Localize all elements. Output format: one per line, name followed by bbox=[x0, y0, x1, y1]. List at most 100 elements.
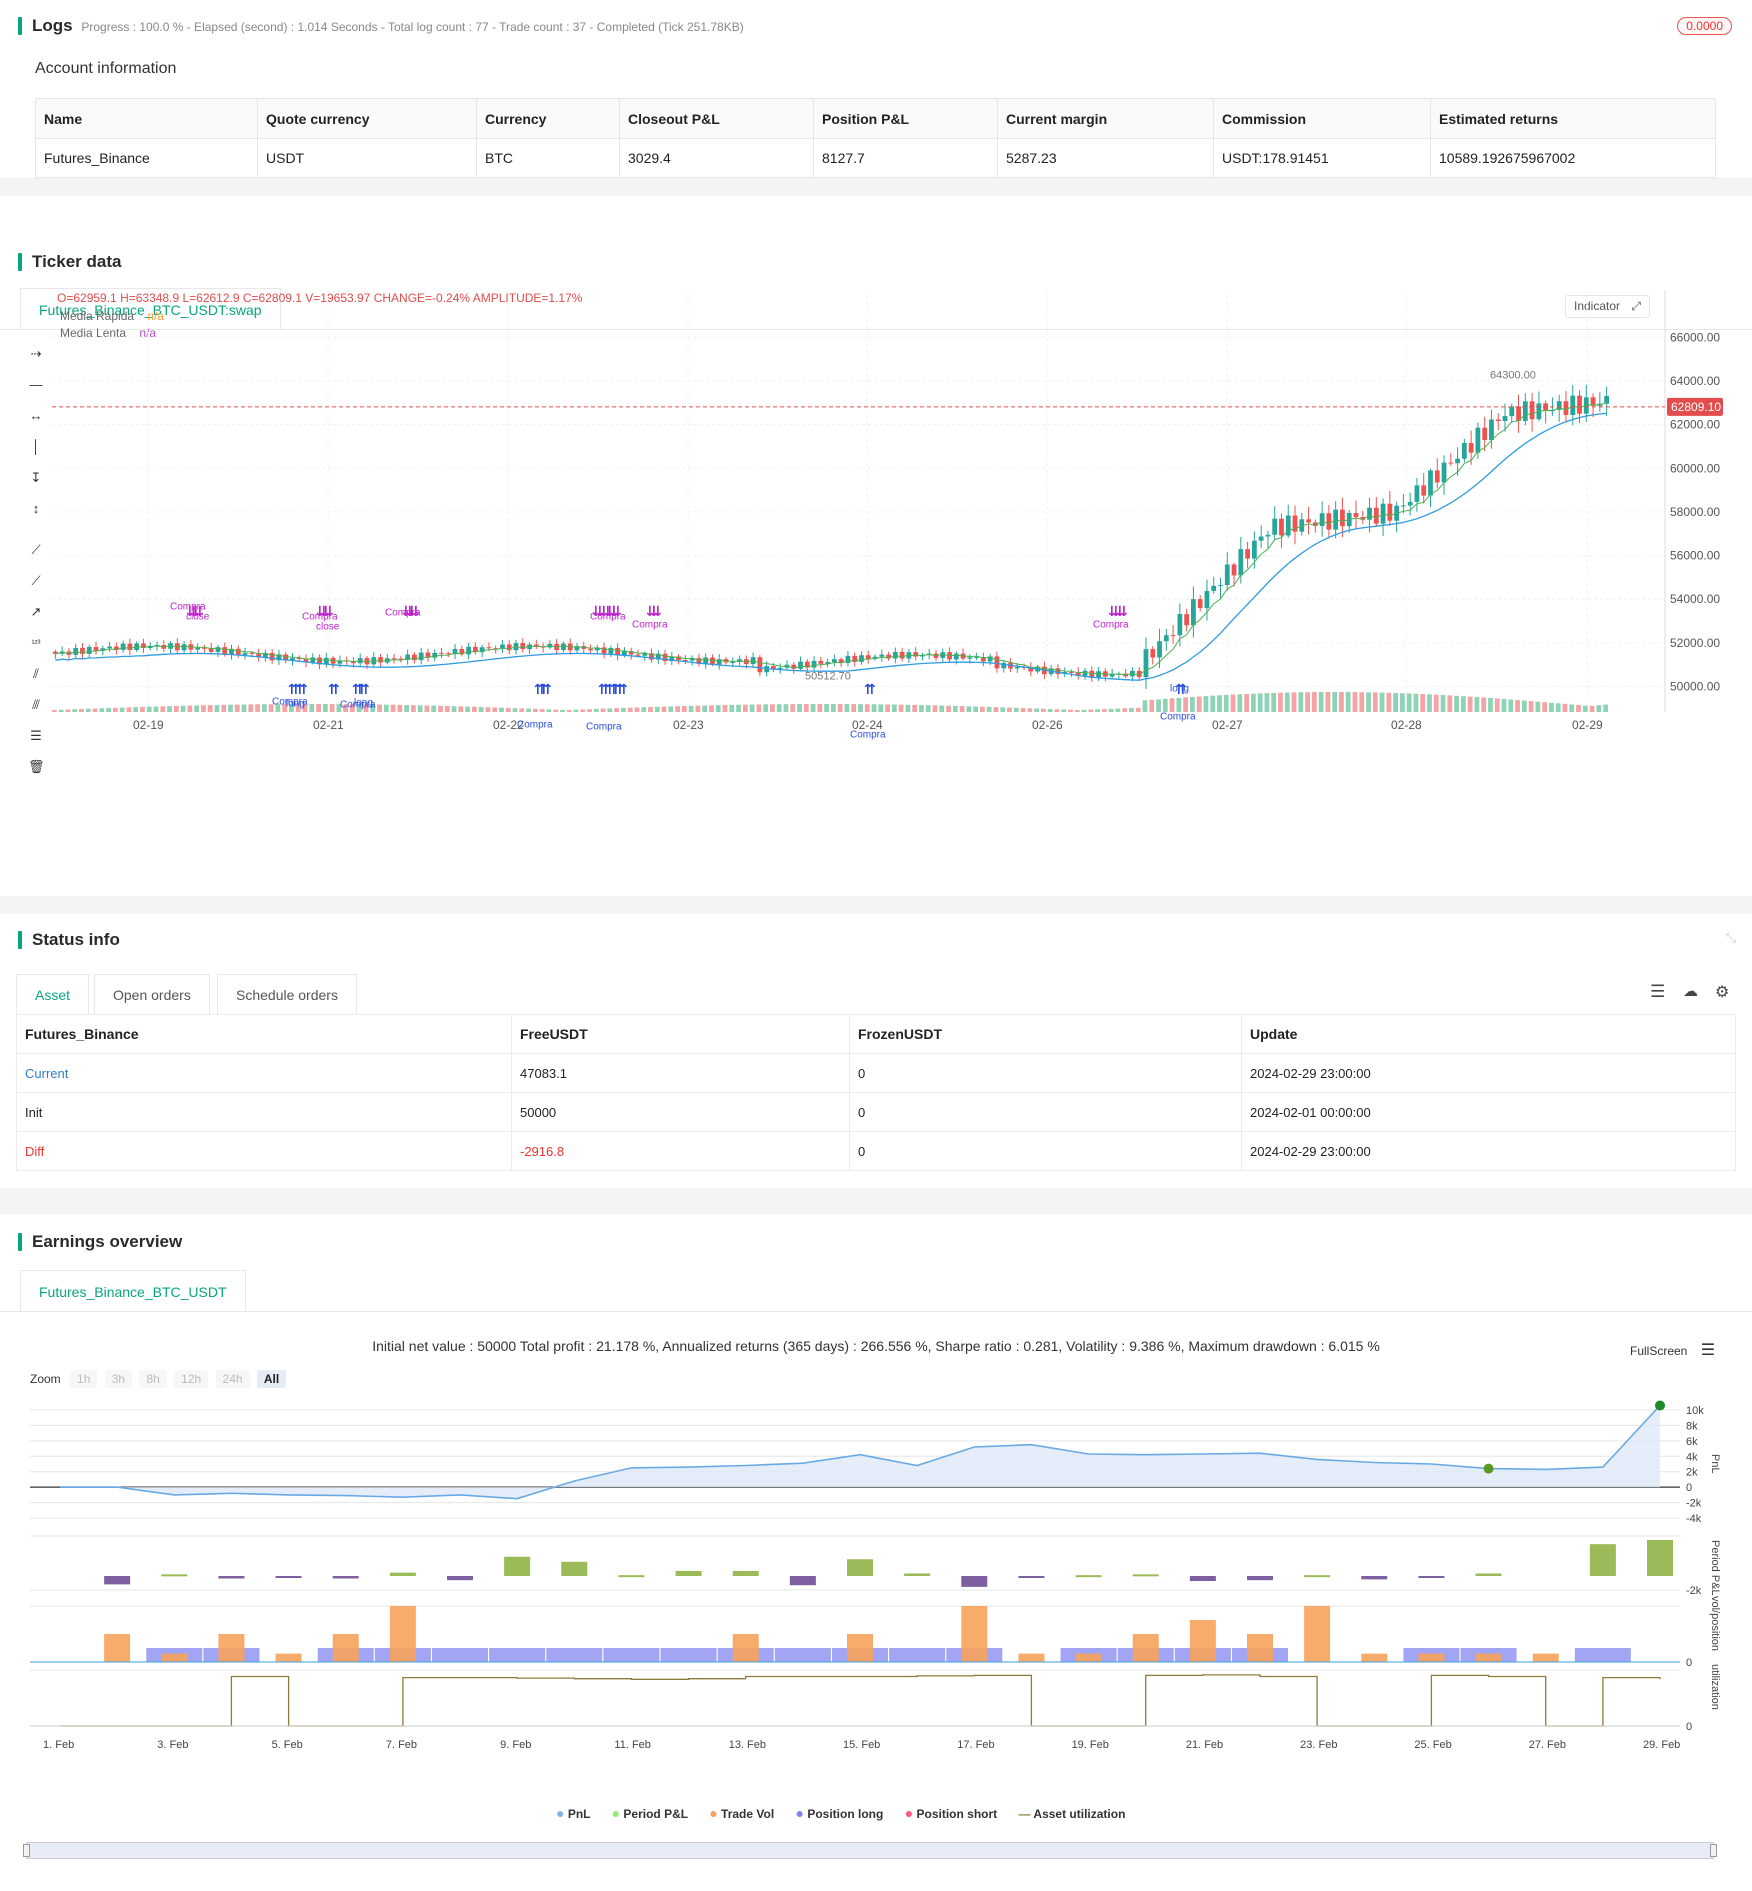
tab-asset[interactable]: Asset bbox=[16, 974, 90, 1014]
zoom-all[interactable]: All bbox=[256, 1370, 287, 1388]
settings-icon[interactable]: ⚙ bbox=[1715, 982, 1729, 1002]
zoom-1h[interactable]: 1h bbox=[70, 1370, 98, 1388]
buy-signal-marker[interactable]: ⇈ bbox=[296, 682, 308, 698]
volume-bar bbox=[722, 705, 728, 712]
logs-badge[interactable]: 0.0000 bbox=[1677, 17, 1732, 35]
volume-bar bbox=[1325, 692, 1331, 712]
volume-bar bbox=[1210, 695, 1216, 712]
earnings-chart[interactable]: 10k 8k 6k 4k 2k 0 -2k -4k PnL -2k Period P&L 0 vol/p… bbox=[0, 1396, 1752, 1856]
candle-body bbox=[479, 647, 485, 653]
volume-bar bbox=[946, 705, 951, 712]
candle-body bbox=[222, 647, 228, 655]
tab-schedule-orders[interactable]: Schedule orders bbox=[217, 974, 357, 1014]
navigator-left-handle[interactable] bbox=[23, 1844, 30, 1857]
ticker-panel: Ticker data Futures_Binance_BTC_USDT:swa… bbox=[0, 196, 1752, 896]
volume-bar bbox=[1318, 692, 1324, 712]
volume-bar bbox=[140, 706, 145, 712]
volume-bar bbox=[248, 704, 254, 712]
volume-bar bbox=[1359, 692, 1365, 712]
zoom-8h[interactable]: 8h bbox=[139, 1370, 167, 1388]
collapse-icon[interactable]: ⤡ bbox=[1726, 930, 1736, 946]
buy-signal-marker[interactable]: ⇈ bbox=[864, 682, 876, 698]
signal-label: Compra bbox=[850, 729, 886, 740]
period-pnl-bar bbox=[161, 1574, 188, 1577]
volume-bar bbox=[1135, 707, 1141, 712]
volume-bar bbox=[201, 705, 206, 712]
candle-body bbox=[1082, 670, 1088, 676]
candle-body bbox=[1272, 518, 1278, 535]
candle-body bbox=[757, 657, 763, 673]
volume-bar bbox=[709, 705, 714, 712]
volume-bar bbox=[790, 704, 796, 712]
volume-bar bbox=[1569, 704, 1575, 712]
volume-bar bbox=[749, 704, 755, 712]
sell-signal-marker[interactable]: ⇊ bbox=[650, 604, 662, 620]
zoom-12h[interactable]: 12h bbox=[174, 1370, 209, 1388]
volume-bar bbox=[1142, 700, 1148, 712]
tab-earnings-pair[interactable]: Futures_Binance_BTC_USDT bbox=[20, 1270, 246, 1312]
candle-body bbox=[1414, 485, 1420, 502]
volume-bar bbox=[1576, 705, 1581, 712]
tab-open-orders[interactable]: Open orders bbox=[94, 974, 210, 1014]
trade-vol-bar bbox=[389, 1606, 416, 1662]
menu-icon[interactable]: ☰ bbox=[1701, 1342, 1715, 1359]
status-panel: Status info ⤡ Asset Open orders Schedule… bbox=[0, 914, 1752, 1188]
volume-bar bbox=[153, 706, 159, 712]
legend-position-long[interactable]: ● Position long bbox=[796, 1805, 884, 1821]
x-date-label: 25. Feb bbox=[1414, 1739, 1451, 1751]
list-icon[interactable]: ☰ bbox=[1650, 982, 1665, 1002]
candle-body bbox=[1441, 462, 1447, 483]
fullscreen-button[interactable]: FullScreen ☰ bbox=[1630, 1340, 1715, 1360]
navigator[interactable] bbox=[23, 1842, 1717, 1859]
buy-signal-marker[interactable]: ⇈ bbox=[540, 682, 552, 698]
x-date-label: 21. Feb bbox=[1186, 1739, 1223, 1751]
volume-bar bbox=[919, 705, 924, 712]
legend-asset-utilization[interactable]: — Asset utilization bbox=[1019, 1807, 1126, 1821]
zoom-3h[interactable]: 3h bbox=[104, 1370, 133, 1388]
volume-bar bbox=[316, 704, 321, 712]
volume-bar bbox=[654, 706, 660, 712]
candle-body bbox=[1340, 509, 1345, 527]
navigator-right-handle[interactable] bbox=[1710, 1844, 1717, 1857]
high-mark-label: 64300.00 bbox=[1490, 369, 1536, 381]
sell-signal-marker[interactable]: ⇊ bbox=[1116, 604, 1128, 620]
volume-bar bbox=[1386, 692, 1392, 712]
volume-bar bbox=[532, 708, 538, 712]
volume-bar bbox=[797, 704, 802, 712]
trash-icon[interactable]: 🗑 bbox=[28, 759, 45, 775]
volume-bar bbox=[79, 709, 84, 712]
period-pnl-bar bbox=[332, 1576, 359, 1579]
legend-position-short[interactable]: ● Position short bbox=[905, 1805, 997, 1821]
cloud-download-icon[interactable]: ☁ bbox=[1683, 982, 1698, 1000]
period-pnl-bar bbox=[218, 1576, 245, 1579]
buy-signal-marker[interactable]: ⇈ bbox=[358, 682, 370, 698]
legend-trade-vol[interactable]: ● Trade Vol bbox=[709, 1805, 774, 1821]
buy-signal-marker[interactable]: ⇈ bbox=[328, 682, 340, 698]
candle-body bbox=[1197, 599, 1203, 609]
volume-bar bbox=[424, 705, 430, 712]
candlestick-chart[interactable]: 66000.00 64000.00 62000.00 60000.00 58000.00… bbox=[0, 280, 1752, 750]
asset-table-header: Futures_Binance FreeUSDT FrozenUSDT Upda… bbox=[16, 1014, 1736, 1054]
date-tick-label: 02-23 bbox=[673, 718, 704, 732]
volume-bar bbox=[1562, 703, 1568, 712]
volume-bar bbox=[763, 704, 769, 712]
volume-bar bbox=[770, 704, 775, 712]
buy-signal-marker[interactable]: ⇈ bbox=[616, 682, 628, 698]
pnl-tick-label: -2k bbox=[1686, 1498, 1702, 1510]
volume-bar bbox=[1433, 694, 1439, 712]
volume-bar bbox=[1034, 708, 1039, 712]
zoom-bar: Zoom 1h 3h 8h 12h 24h All bbox=[30, 1370, 290, 1388]
zoom-24h[interactable]: 24h bbox=[215, 1370, 250, 1388]
volume-bar bbox=[858, 704, 863, 712]
volume-bar bbox=[1095, 709, 1100, 712]
candle-body bbox=[1434, 470, 1440, 483]
volume-bar bbox=[864, 704, 870, 712]
ticker-title: Ticker data bbox=[18, 252, 121, 272]
candle-body bbox=[1170, 635, 1176, 637]
position-long-bar bbox=[489, 1648, 546, 1662]
candle-body bbox=[730, 661, 736, 663]
pnl-tick-label: 4k bbox=[1686, 1451, 1698, 1463]
legend-period-pnl[interactable]: ● Period P&L bbox=[612, 1805, 688, 1821]
legend-pnl[interactable]: ● PnL bbox=[556, 1805, 590, 1821]
volume-bar bbox=[702, 705, 708, 712]
